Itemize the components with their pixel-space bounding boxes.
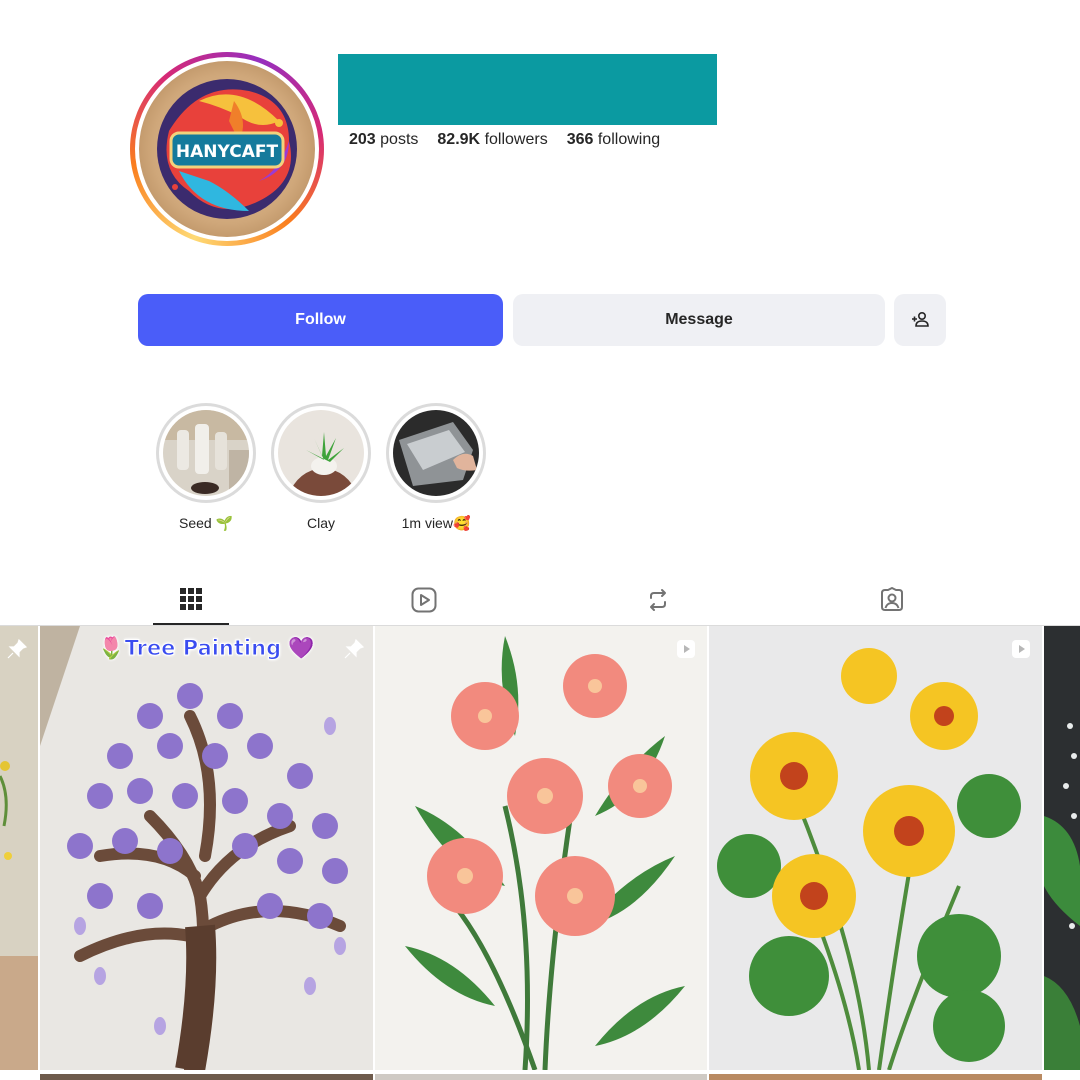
- profile-tabs: [0, 575, 1080, 626]
- highlight-ring: [386, 403, 486, 503]
- post-thumbnail: [709, 626, 1042, 1070]
- tab-reels[interactable]: [386, 575, 462, 625]
- post-tile[interactable]: 🌷Tree Painting 💜: [40, 626, 373, 1070]
- followers-count: 82.9K: [437, 131, 481, 148]
- highlight-1m-view[interactable]: 1m view🥰: [386, 403, 486, 532]
- reposts-icon: [650, 589, 666, 611]
- post-thumbnail: [0, 626, 38, 1070]
- post-thumbnail: [40, 626, 373, 1070]
- post-tile-next-row[interactable]: [40, 1074, 373, 1080]
- post-caption: 🌷Tree Painting 💜: [98, 636, 315, 661]
- avatar-logo: HANYCAFT: [157, 79, 297, 219]
- post-tile-next-row[interactable]: [709, 1074, 1042, 1080]
- followers-label: followers: [484, 131, 548, 148]
- highlight-seed[interactable]: Seed 🌱: [156, 403, 256, 532]
- following-label: following: [597, 131, 661, 148]
- highlight-border: [274, 406, 368, 500]
- reel-icon: [1010, 638, 1032, 660]
- pin-icon: [6, 638, 28, 660]
- pin-icon: [343, 638, 365, 660]
- grid-icon: [180, 588, 202, 610]
- highlight-cover: [278, 410, 364, 496]
- add-person-icon: [912, 311, 929, 327]
- suggest-user-button[interactable]: [894, 294, 946, 346]
- avatar-logo-text: HANYCAFT: [176, 142, 279, 162]
- profile-stats: 203 posts 82.9K followers 366 following: [349, 131, 660, 149]
- tab-posts[interactable]: [153, 575, 229, 625]
- post-tile[interactable]: [1044, 626, 1080, 1070]
- post-tile[interactable]: [0, 626, 38, 1070]
- tagged-icon: [881, 587, 903, 611]
- following-count: 366: [566, 131, 594, 148]
- followers-stat[interactable]: 82.9K followers: [437, 131, 547, 149]
- highlight-border: [389, 406, 483, 500]
- posts-label: posts: [380, 131, 419, 148]
- posts-grid: 🌷Tree Painting 💜: [0, 626, 1080, 1080]
- post-tile[interactable]: [709, 626, 1042, 1070]
- post-tile-next-row[interactable]: [375, 1074, 707, 1080]
- post-tile[interactable]: [375, 626, 707, 1070]
- highlight-cover: [163, 410, 249, 496]
- reel-icon: [675, 638, 697, 660]
- post-thumbnail: [1044, 626, 1080, 1070]
- highlight-cover: [393, 410, 479, 496]
- profile-avatar[interactable]: HANYCAFT: [130, 52, 324, 246]
- tab-tagged[interactable]: [854, 575, 930, 625]
- message-button[interactable]: Message: [513, 294, 885, 346]
- follow-button[interactable]: Follow: [138, 294, 503, 346]
- highlight-label: 1m view🥰: [401, 515, 471, 531]
- following-stat[interactable]: 366 following: [567, 131, 660, 149]
- highlight-clay[interactable]: Clay: [271, 403, 371, 531]
- posts-stat: 203 posts: [349, 131, 418, 149]
- profile-name-redacted: [338, 54, 717, 125]
- tab-reposts[interactable]: [620, 575, 696, 625]
- highlight-label: Seed 🌱: [178, 515, 234, 531]
- posts-count: 203: [349, 131, 376, 148]
- highlight-ring: [271, 403, 371, 503]
- post-thumbnail: [375, 626, 707, 1070]
- avatar-image: HANYCAFT: [139, 61, 315, 237]
- avatar-border: HANYCAFT: [135, 57, 319, 241]
- highlight-label: Clay: [306, 515, 335, 531]
- reels-icon: [411, 587, 437, 613]
- highlight-ring: [156, 403, 256, 503]
- highlight-border: [159, 406, 253, 500]
